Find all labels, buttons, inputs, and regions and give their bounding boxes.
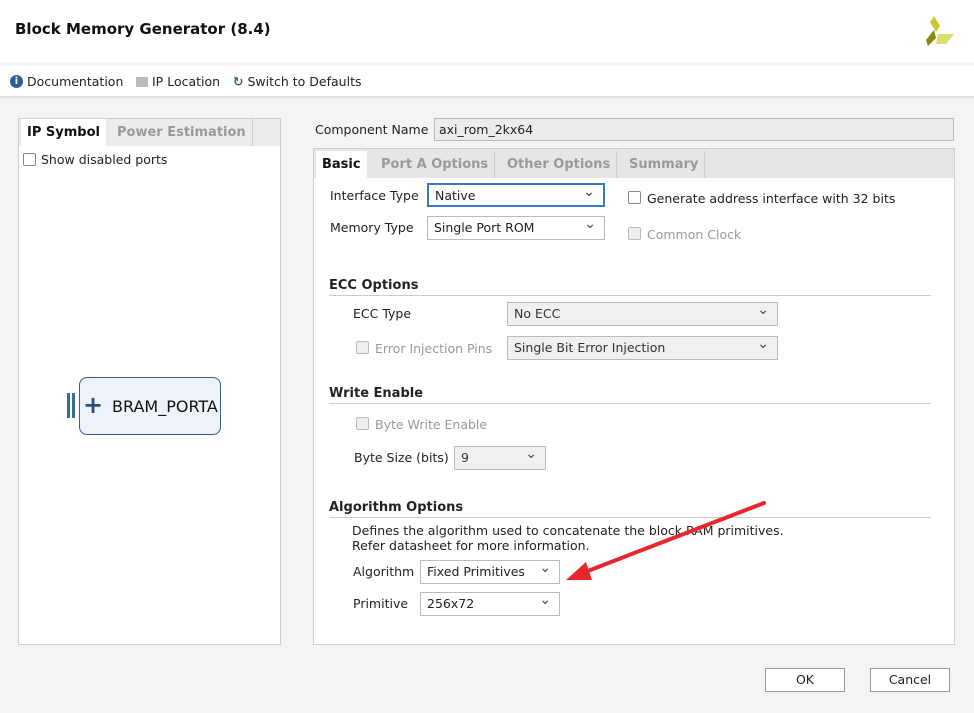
- ecc-section-title: ECC Options: [329, 278, 419, 293]
- ecc-type-label: ECC Type: [353, 306, 412, 321]
- bram-porta-symbol[interactable]: + BRAM_PORTA: [79, 377, 221, 435]
- interface-type-select[interactable]: Native: [427, 181, 605, 207]
- memory-type-label: Memory Type: [330, 220, 414, 235]
- switch-defaults-label: Switch to Defaults: [247, 74, 362, 89]
- byte-write-enable-label: Byte Write Enable: [375, 417, 488, 432]
- byte-size-select[interactable]: 9: [454, 443, 546, 470]
- algorithm-label: Algorithm: [353, 564, 415, 579]
- show-disabled-ports-label: Show disabled ports: [41, 152, 168, 167]
- algorithm-description-2: Refer datasheet for more information.: [352, 538, 590, 553]
- write-enable-section-title: Write Enable: [329, 386, 424, 401]
- ip-location-label: IP Location: [152, 74, 221, 89]
- folder-icon: [136, 76, 148, 87]
- algorithm-section-title: Algorithm Options: [329, 500, 464, 515]
- toolbar: i Documentation IP Location ↻ Switch to De…: [0, 66, 974, 98]
- interface-type-label: Interface Type: [330, 188, 419, 203]
- component-name-input[interactable]: axi_rom_2kx64: [434, 118, 954, 141]
- memory-type-select[interactable]: Single Port ROM: [427, 213, 605, 240]
- primitive-select[interactable]: 256x72: [420, 589, 560, 616]
- port-bus-icon: [67, 393, 70, 418]
- common-clock-checkbox[interactable]: [628, 227, 641, 240]
- show-disabled-ports-checkbox[interactable]: [23, 153, 36, 166]
- documentation-label: Documentation: [27, 74, 124, 89]
- error-injection-select[interactable]: Single Bit Error Injection: [507, 333, 778, 360]
- ecc-type-select[interactable]: No ECC: [507, 299, 778, 326]
- error-injection-label: Error Injection Pins: [375, 341, 493, 356]
- divider: [329, 403, 931, 404]
- byte-size-label: Byte Size (bits): [354, 450, 449, 465]
- tab-power-estimation[interactable]: Power Estimation: [111, 119, 253, 146]
- ip-location-button[interactable]: IP Location: [136, 74, 220, 89]
- info-icon: i: [10, 75, 23, 88]
- port-label: BRAM_PORTA: [112, 397, 218, 416]
- component-name-label: Component Name: [315, 122, 429, 137]
- red-arrow-annotation: [566, 501, 766, 580]
- ok-button[interactable]: OK: [765, 668, 845, 692]
- error-injection-checkbox[interactable]: [356, 341, 369, 354]
- expand-plus-icon[interactable]: +: [83, 391, 103, 419]
- dialog-title: Block Memory Generator (8.4): [15, 20, 271, 38]
- tab-ip-symbol[interactable]: IP Symbol: [21, 119, 106, 146]
- byte-write-enable-checkbox[interactable]: [356, 417, 369, 430]
- algorithm-select[interactable]: Fixed Primitives: [420, 557, 560, 584]
- tab-other-options[interactable]: Other Options: [501, 151, 618, 178]
- gen-addr-32-checkbox[interactable]: [628, 191, 641, 204]
- documentation-button[interactable]: i Documentation: [10, 74, 123, 89]
- common-clock-label: Common Clock: [647, 227, 742, 242]
- ip-symbol-panel: IP Symbol Power Estimation Show disabled…: [18, 118, 281, 645]
- gen-addr-32-label: Generate address interface with 32 bits: [647, 191, 896, 206]
- primitive-label: Primitive: [353, 596, 409, 611]
- refresh-icon: ↻: [233, 74, 244, 89]
- tab-summary[interactable]: Summary: [623, 151, 706, 178]
- xilinx-logo: [926, 16, 954, 46]
- switch-defaults-button[interactable]: ↻ Switch to Defaults: [233, 74, 362, 89]
- tab-port-a-options[interactable]: Port A Options: [375, 151, 496, 178]
- cancel-button[interactable]: Cancel: [870, 668, 950, 692]
- divider: [329, 295, 931, 296]
- tab-basic[interactable]: Basic: [316, 151, 367, 178]
